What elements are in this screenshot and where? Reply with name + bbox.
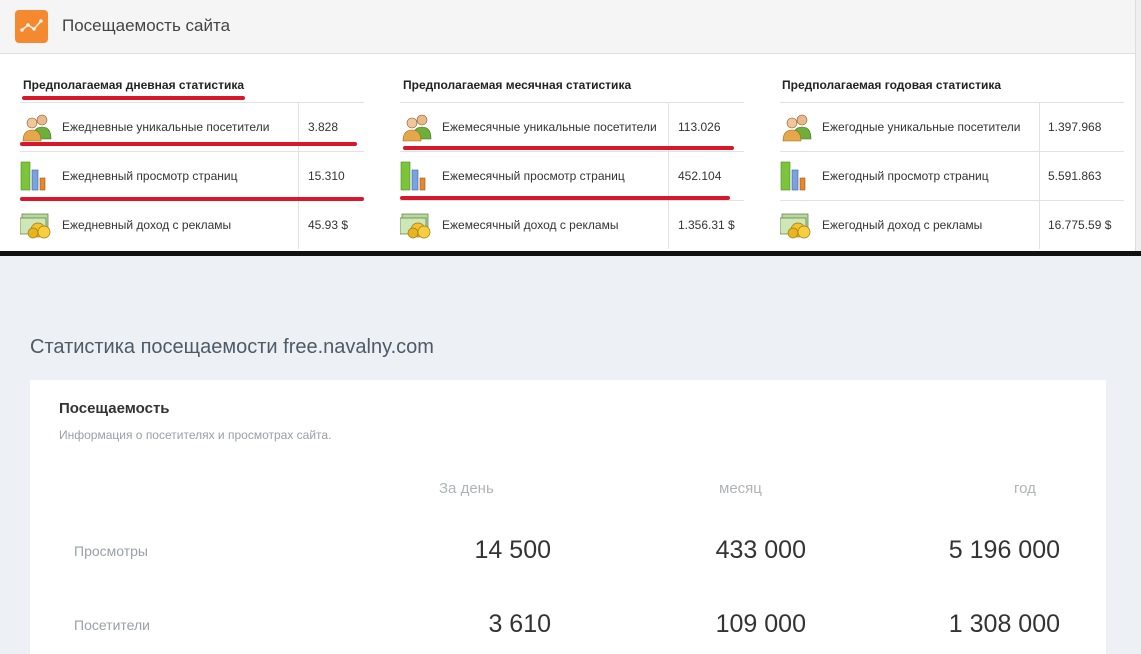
widget-header: Посещаемость сайта xyxy=(0,0,1141,54)
stat-value: 1.356.31 $ xyxy=(678,218,735,232)
column-title: Предполагаемая дневная статистика xyxy=(23,78,244,92)
money-icon xyxy=(19,210,54,240)
stat-label: Ежегодный доход с рекламы xyxy=(822,218,983,232)
stat-value: 15.310 xyxy=(308,169,345,183)
visitors-icon xyxy=(20,112,54,142)
stat-row-revenue: Ежегодный доход с рекламы 16.775.59 $ xyxy=(779,200,1124,249)
money-icon xyxy=(399,210,434,240)
value-visitors-month: 109 000 xyxy=(715,610,806,638)
stat-label: Ежемесячные уникальные посетители xyxy=(442,120,657,134)
value-visitors-day: 3 610 xyxy=(488,610,551,638)
value-views-month: 433 000 xyxy=(715,536,806,564)
value-visitors-year: 1 308 000 xyxy=(948,610,1060,638)
highlight-underline xyxy=(403,146,734,150)
stat-label: Ежемесячный доход с рекламы xyxy=(442,218,619,232)
line-chart-icon xyxy=(15,10,48,43)
stat-row-pageviews: Ежегодный просмотр страниц 5.591.863 xyxy=(780,151,1124,200)
value-views-year: 5 196 000 xyxy=(948,536,1060,564)
stat-row-visitors: Ежемесячные уникальные посетители 113.02… xyxy=(400,102,744,151)
stat-value: 452.104 xyxy=(678,169,722,183)
bar-chart-icon xyxy=(20,161,54,191)
value-views-day: 14 500 xyxy=(474,536,551,564)
stat-value: 113.026 xyxy=(678,120,721,134)
stat-value: 5.591.863 xyxy=(1048,169,1102,183)
stat-value: 3.828 xyxy=(308,120,339,134)
row-label-visitors: Посетители xyxy=(74,617,150,633)
visitors-icon xyxy=(780,112,814,142)
stat-row-pageviews: Ежемесячный просмотр страниц 452.104 xyxy=(400,151,744,200)
column-header-month: месяц xyxy=(719,480,762,497)
card-title: Посещаемость xyxy=(59,400,170,417)
stat-value: 45.93 $ xyxy=(308,218,349,232)
column-header-day: За день xyxy=(439,480,494,497)
column-header-year: год xyxy=(1014,480,1036,497)
site-traffic-widget: Посещаемость сайта Предполагаемая дневна… xyxy=(0,0,1141,253)
stat-label: Ежедневные уникальные посетители xyxy=(62,120,270,134)
stat-label: Ежегодные уникальные посетители xyxy=(822,120,1021,134)
highlight-underline xyxy=(20,197,364,201)
highlight-underline xyxy=(20,142,357,146)
stat-row-revenue: Ежемесячный доход с рекламы 1.356.31 $ xyxy=(399,200,744,249)
column-title: Предполагаемая годовая статистика xyxy=(782,78,1002,92)
stat-label: Ежемесячный просмотр страниц xyxy=(442,169,625,183)
scrollbar-track xyxy=(1135,0,1141,253)
stat-label: Ежедневный просмотр страниц xyxy=(62,169,238,183)
stat-label: Ежедневный доход с рекламы xyxy=(62,218,232,232)
bar-chart-icon xyxy=(780,161,814,191)
highlight-underline xyxy=(22,96,245,100)
money-icon xyxy=(779,210,814,240)
stat-row-revenue: Ежедневный доход с рекламы 45.93 $ xyxy=(19,200,364,249)
stat-value: 16.775.59 $ xyxy=(1048,218,1112,232)
stat-row-pageviews: Ежедневный просмотр страниц 15.310 xyxy=(20,151,364,200)
divider xyxy=(0,251,1141,256)
highlight-underline xyxy=(400,196,730,200)
stat-label: Ежегодный просмотр страниц xyxy=(822,169,989,183)
row-label-views: Просмотры xyxy=(74,543,148,559)
visitors-icon xyxy=(400,112,434,142)
bar-chart-icon xyxy=(400,161,434,191)
widget-title: Посещаемость сайта xyxy=(62,16,231,35)
page-title: Статистика посещаемости free.navalny.com xyxy=(30,336,434,358)
stat-row-visitors: Ежегодные уникальные посетители 1.397.96… xyxy=(780,102,1124,151)
traffic-card: Посещаемость Информация о посетителях и … xyxy=(30,380,1106,654)
stat-value: 1.397.968 xyxy=(1048,120,1102,134)
column-title: Предполагаемая месячная статистика xyxy=(403,78,632,92)
card-subtitle: Информация о посетителях и просмотрах са… xyxy=(59,428,332,442)
